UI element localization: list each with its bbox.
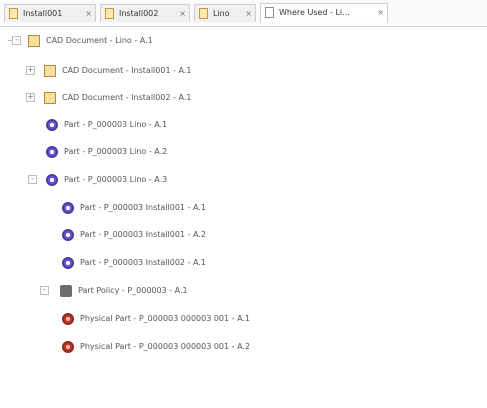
cad-document-icon bbox=[28, 35, 40, 47]
tree-item-label: Part - P_000003 Install001 - A.2 bbox=[80, 230, 206, 239]
part-icon bbox=[62, 257, 74, 269]
part-icon bbox=[46, 174, 58, 186]
tab-label: Where Used - Li... bbox=[279, 8, 350, 17]
where-used-tree: - CAD Document - Lino - A.1 + CAD Docume… bbox=[0, 30, 487, 408]
tree-item-label: Part - P_000003 Lino - A.1 bbox=[64, 120, 168, 129]
physical-part-icon bbox=[62, 341, 74, 353]
editor-tab-bar: Install001 × Install002 × Lino × Where U… bbox=[0, 0, 487, 27]
tree-item-label: Part Policy - P_000003 - A.1 bbox=[78, 286, 188, 295]
close-icon[interactable]: × bbox=[377, 4, 384, 22]
part-policy-icon bbox=[60, 285, 72, 297]
tab-install002[interactable]: Install002 × bbox=[100, 4, 190, 22]
tree-item[interactable]: + CAD Document - Install001 - A.1 bbox=[0, 62, 300, 80]
tree-item-label: Part - P_000003 Install002 - A.1 bbox=[80, 258, 206, 267]
tab-where-used[interactable]: Where Used - Li... × bbox=[260, 3, 388, 23]
tree-item[interactable]: Part - P_000003 Install002 - A.1 bbox=[0, 254, 300, 272]
tree-item[interactable]: - Part Policy - P_000003 - A.1 bbox=[0, 282, 300, 300]
expand-icon[interactable]: + bbox=[26, 93, 35, 102]
tree-item[interactable]: Part - P_000003 Install001 - A.2 bbox=[0, 226, 300, 244]
collapse-icon[interactable]: - bbox=[28, 175, 37, 184]
tab-label: Install001 bbox=[23, 9, 63, 18]
tree-item-label: CAD Document - Lino - A.1 bbox=[46, 36, 153, 45]
tree-item[interactable]: Part - P_000003 Install001 - A.1 bbox=[0, 199, 300, 217]
part-icon bbox=[46, 146, 58, 158]
document-icon bbox=[199, 8, 208, 19]
part-icon bbox=[46, 119, 58, 131]
tree-item[interactable]: Physical Part - P_000003 000003 001 - A.… bbox=[0, 310, 320, 328]
tree-item[interactable]: Part - P_000003 Lino - A.2 bbox=[0, 143, 300, 161]
document-icon bbox=[265, 7, 274, 18]
part-icon bbox=[62, 202, 74, 214]
tree-item-label: Part - P_000003 Install001 - A.1 bbox=[80, 203, 206, 212]
tab-lino[interactable]: Lino × bbox=[194, 4, 256, 22]
tree-item[interactable]: Part - P_000003 Lino - A.1 bbox=[0, 116, 300, 134]
tree-item-label: CAD Document - Install001 - A.1 bbox=[62, 66, 192, 75]
close-icon[interactable]: × bbox=[85, 5, 92, 22]
cad-document-icon bbox=[44, 65, 56, 77]
close-icon[interactable]: × bbox=[245, 5, 252, 22]
physical-part-icon bbox=[62, 313, 74, 325]
close-icon[interactable]: × bbox=[179, 5, 186, 22]
tree-item-label: Physical Part - P_000003 000003 001 - A.… bbox=[80, 342, 251, 351]
tree-item[interactable]: Physical Part - P_000003 000003 001 - A.… bbox=[0, 338, 320, 356]
collapse-icon[interactable]: - bbox=[40, 286, 49, 295]
tab-install001[interactable]: Install001 × bbox=[4, 4, 96, 22]
collapse-icon[interactable]: - bbox=[12, 36, 21, 45]
document-icon bbox=[9, 8, 18, 19]
tree-item-label: Part - P_000003 Lino - A.3 bbox=[64, 175, 168, 184]
tree-item-label: CAD Document - Install002 - A.1 bbox=[62, 93, 192, 102]
tree-item[interactable]: - Part - P_000003 Lino - A.3 bbox=[0, 171, 300, 189]
tree-item-label: Part - P_000003 Lino - A.2 bbox=[64, 147, 168, 156]
cad-document-icon bbox=[44, 92, 56, 104]
part-icon bbox=[62, 229, 74, 241]
tree-item-root[interactable]: - CAD Document - Lino - A.1 bbox=[0, 32, 300, 50]
tree-item[interactable]: + CAD Document - Install002 - A.1 bbox=[0, 89, 300, 107]
tab-label: Install002 bbox=[119, 9, 159, 18]
tree-item-label: Physical Part - P_000003 000003 001 - A.… bbox=[80, 314, 251, 323]
document-icon bbox=[105, 8, 114, 19]
tab-label: Lino bbox=[213, 9, 230, 18]
expand-icon[interactable]: + bbox=[26, 66, 35, 75]
